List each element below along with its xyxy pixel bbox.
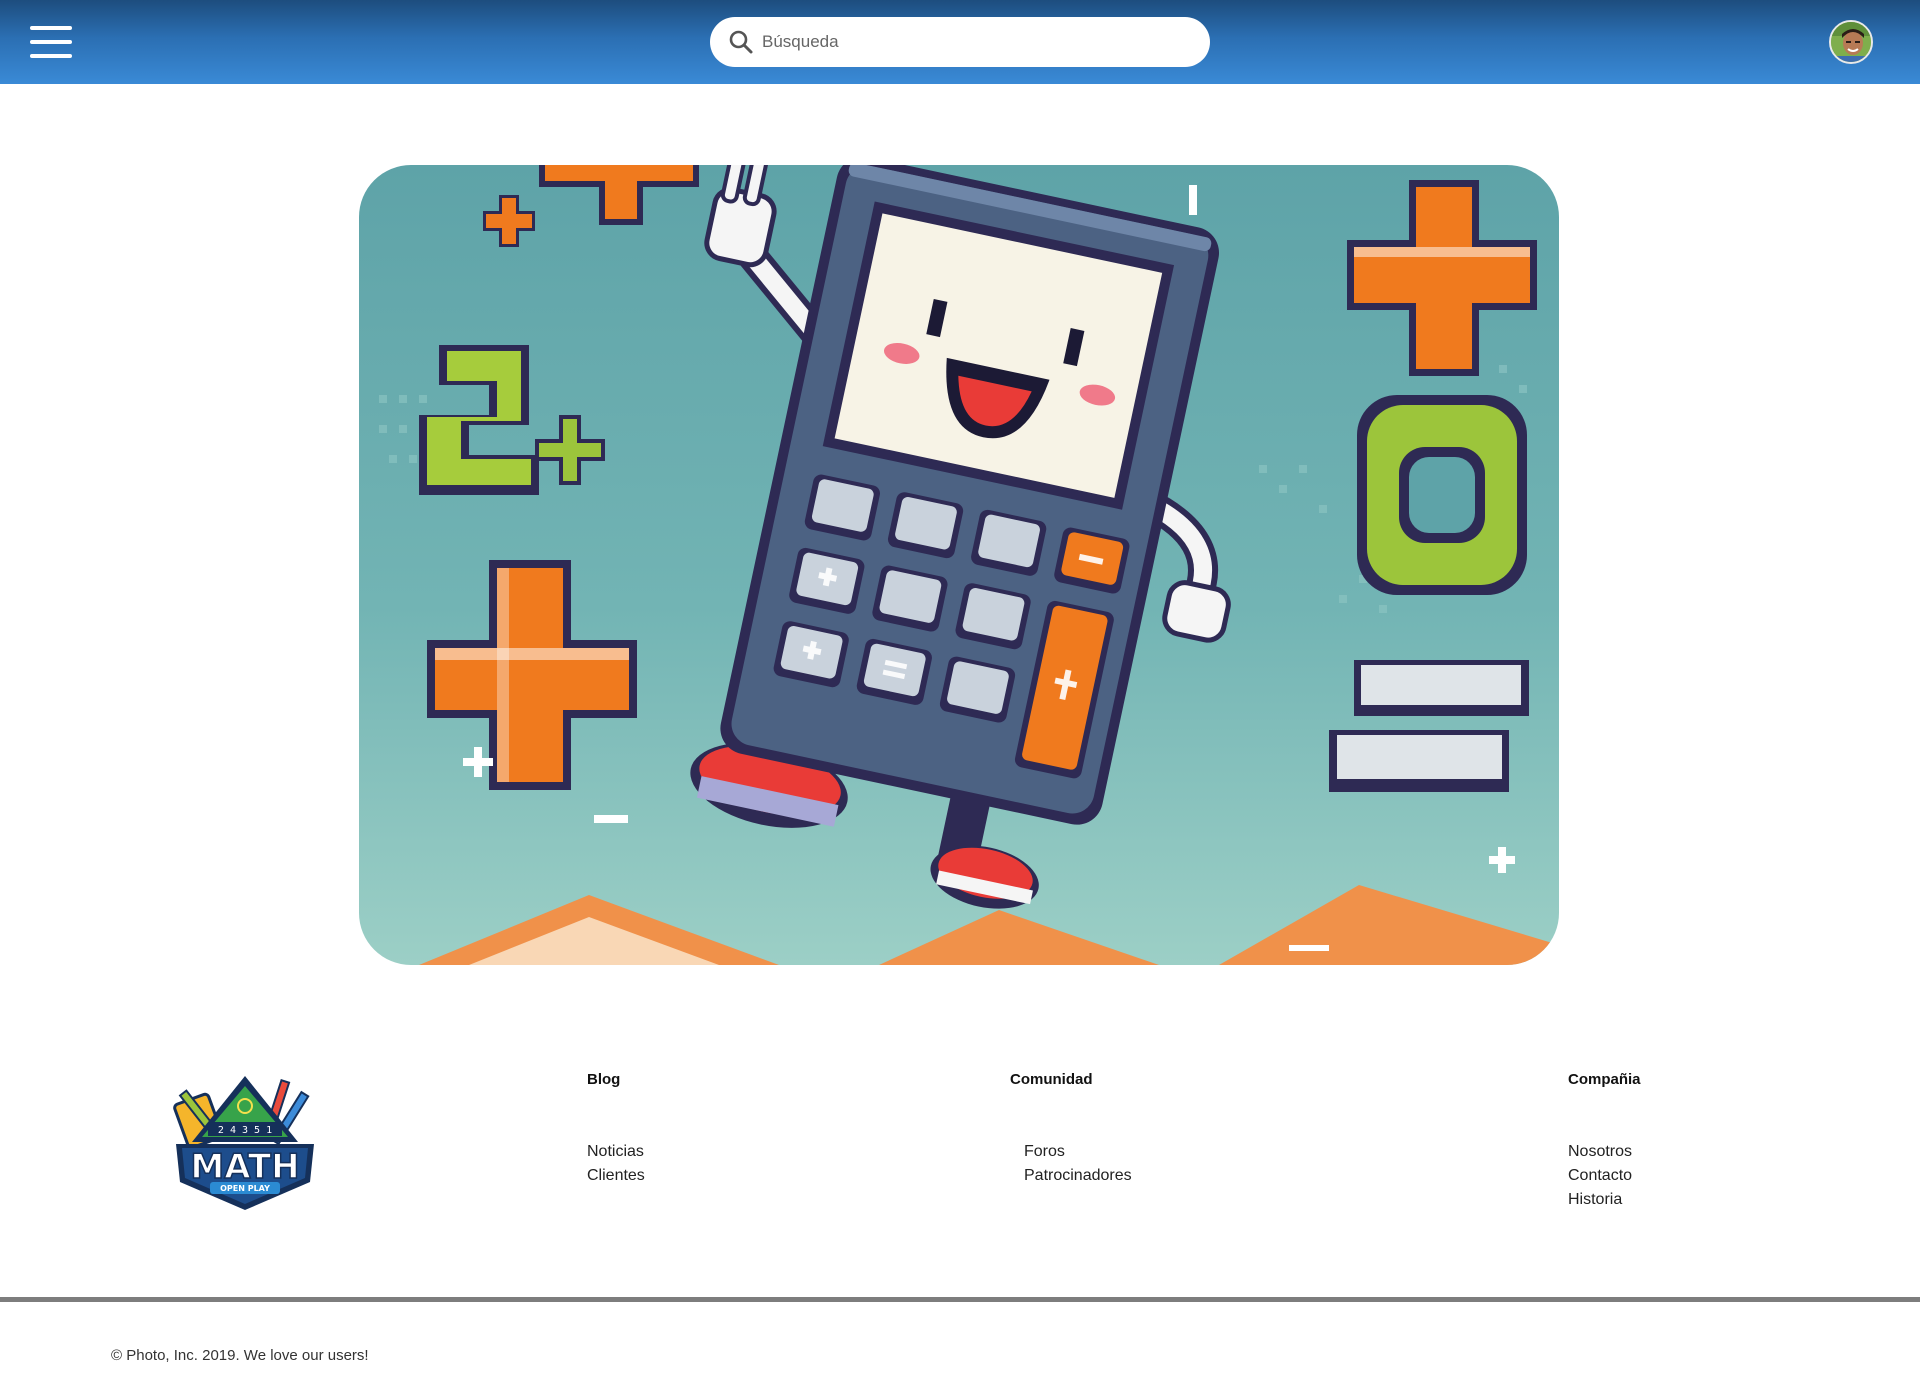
orange-plus-icon (427, 560, 637, 790)
search-bar[interactable] (710, 17, 1210, 67)
footer-link-patrocinadores[interactable]: Patrocinadores (1024, 1164, 1132, 1188)
hero-image (359, 165, 1559, 965)
footer-column-comunidad: Comunidad Foros Patrocinadores (1010, 1071, 1132, 1188)
footer-heading-compania: Compañia (1568, 1071, 1641, 1088)
top-navbar (0, 0, 1920, 84)
search-input[interactable] (762, 32, 1182, 52)
footer-link-historia[interactable]: Historia (1568, 1188, 1641, 1212)
footer-column-compania: Compañia Nosotros Contacto Historia (1568, 1071, 1641, 1212)
footer-heading-blog: Blog (587, 1071, 621, 1088)
footer-divider (0, 1297, 1920, 1302)
search-icon (729, 30, 753, 54)
green-two-plus-icon (419, 345, 605, 495)
logo-subtitle: OPEN PLAY (220, 1184, 270, 1193)
equals-icon (1329, 660, 1529, 792)
footer-link-noticias[interactable]: Noticias (587, 1140, 645, 1164)
math-open-play-logo[interactable]: 2 4 3 5 1 MATH OPEN PLAY (170, 1070, 320, 1216)
user-avatar[interactable] (1829, 20, 1873, 64)
footer-link-foros[interactable]: Foros (1024, 1140, 1132, 1164)
footer-heading-comunidad: Comunidad (1010, 1071, 1093, 1088)
footer-column-blog: Blog Noticias Clientes (587, 1071, 645, 1188)
logo-title: MATH (190, 1147, 299, 1187)
green-zero-icon (1357, 395, 1527, 595)
hamburger-menu-icon[interactable] (30, 24, 72, 60)
footer-link-clientes[interactable]: Clientes (587, 1164, 645, 1188)
logo-digits: 2 4 3 5 1 (218, 1125, 272, 1136)
footer-link-contacto[interactable]: Contacto (1568, 1164, 1641, 1188)
pixel-calculator-illustration (379, 165, 1559, 965)
copyright-text: © Photo, Inc. 2019. We love our users! (111, 1347, 369, 1364)
footer-link-nosotros[interactable]: Nosotros (1568, 1140, 1641, 1164)
